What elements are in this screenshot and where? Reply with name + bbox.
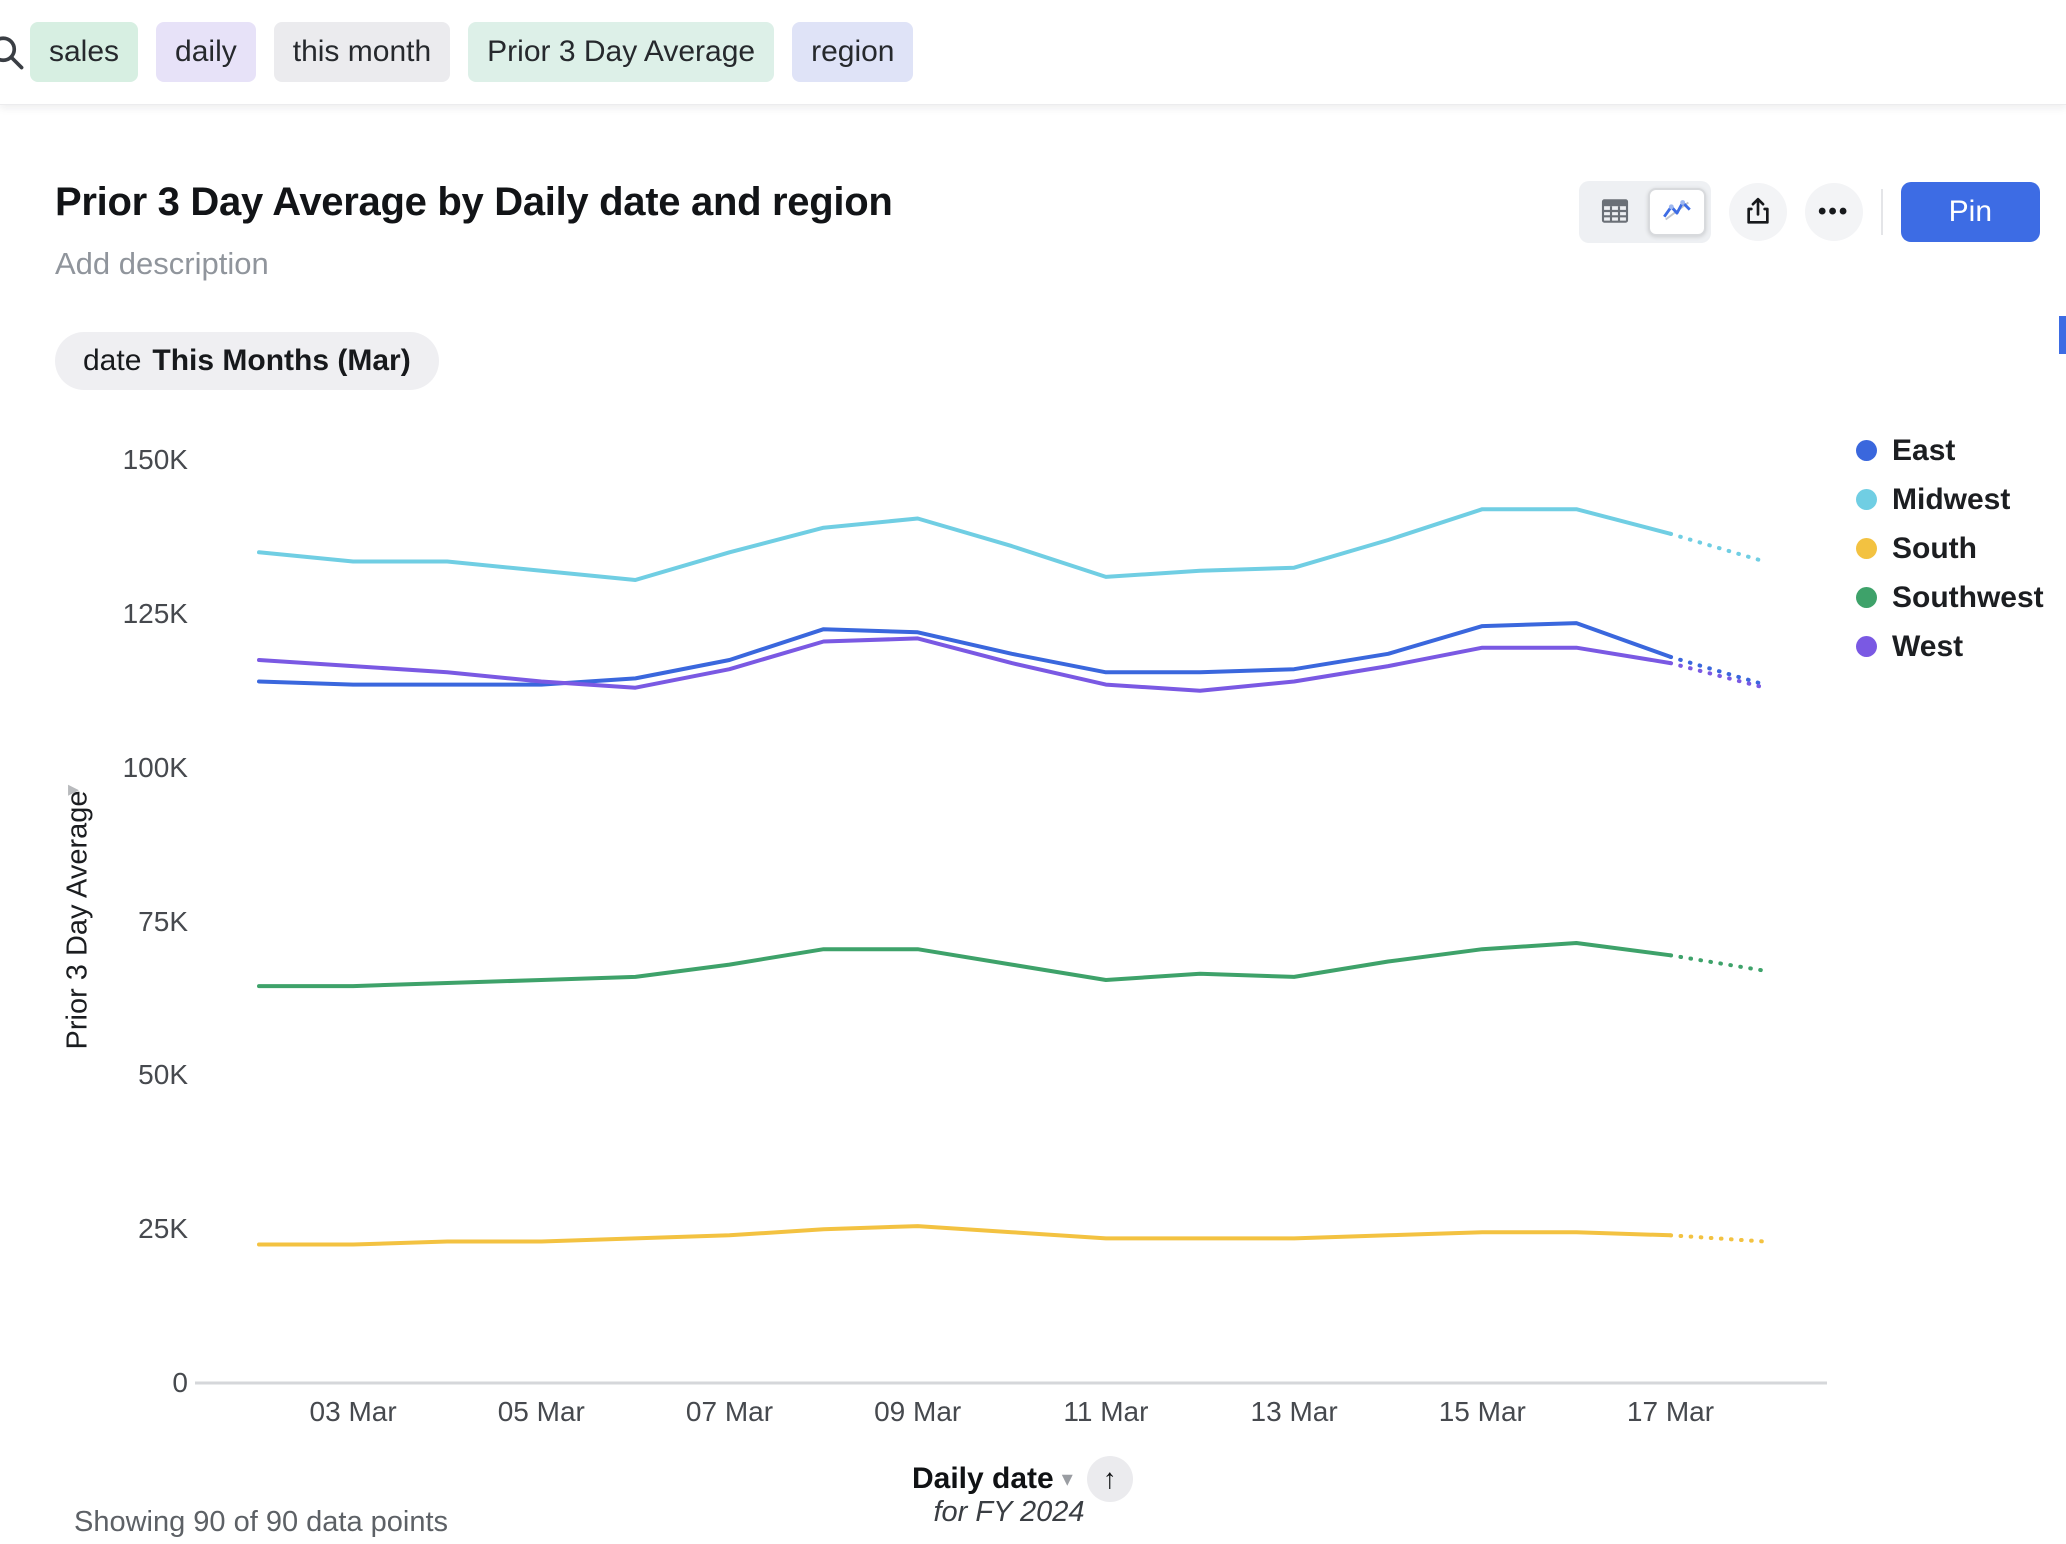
- search-tokens: sales daily this month Prior 3 Day Average r…: [30, 22, 913, 82]
- legend-label: Southwest: [1892, 581, 2044, 615]
- chevron-down-icon[interactable]: ▾: [1062, 1466, 1073, 1492]
- search-token-daily[interactable]: daily: [156, 22, 256, 82]
- legend-dot-southwest: [1856, 587, 1877, 608]
- series-line-south-projection[interactable]: [1671, 1235, 1765, 1241]
- legend-label: East: [1892, 434, 1955, 468]
- legend-label: West: [1892, 630, 1963, 664]
- search-icon: [0, 30, 28, 79]
- series-line-west-projection[interactable]: [1671, 663, 1765, 688]
- series-line-midwest-projection[interactable]: [1671, 534, 1765, 562]
- search-token-region[interactable]: region: [792, 22, 913, 82]
- sort-ascending-button[interactable]: ↑: [1087, 1456, 1133, 1502]
- legend-item-midwest[interactable]: Midwest: [1856, 475, 2044, 524]
- search-token-this-month[interactable]: this month: [274, 22, 450, 82]
- legend-item-south[interactable]: South: [1856, 524, 2044, 573]
- page: sales daily this month Prior 3 Day Average r…: [0, 0, 2066, 1544]
- scrollbar-thumb[interactable]: [2059, 316, 2066, 354]
- legend-label: Midwest: [1892, 483, 2010, 517]
- search-token-prior-3-day-average[interactable]: Prior 3 Day Average: [468, 22, 774, 82]
- chart-plot[interactable]: [0, 0, 2066, 1544]
- legend-label: South: [1892, 532, 1977, 566]
- search-bar[interactable]: sales daily this month Prior 3 Day Average r…: [0, 0, 2066, 105]
- x-axis-subtitle: for FY 2024: [933, 1496, 1084, 1529]
- legend-dot-midwest: [1856, 489, 1877, 510]
- legend-item-southwest[interactable]: Southwest: [1856, 573, 2044, 622]
- legend-dot-east: [1856, 440, 1877, 461]
- legend-item-west[interactable]: West: [1856, 622, 2044, 671]
- chart-legend: East Midwest South Southwest West: [1856, 426, 2044, 671]
- legend-item-east[interactable]: East: [1856, 426, 2044, 475]
- legend-dot-south: [1856, 538, 1877, 559]
- series-line-east-projection[interactable]: [1671, 657, 1765, 685]
- search-token-sales[interactable]: sales: [30, 22, 138, 82]
- series-line-southwest[interactable]: [259, 943, 1671, 986]
- arrow-up-icon: ↑: [1103, 1463, 1117, 1495]
- series-line-midwest[interactable]: [259, 509, 1671, 580]
- data-points-count: Showing 90 of 90 data points: [74, 1506, 448, 1539]
- legend-dot-west: [1856, 636, 1877, 657]
- series-line-south[interactable]: [259, 1226, 1671, 1244]
- series-line-southwest-projection[interactable]: [1671, 955, 1765, 970]
- x-axis-label[interactable]: Daily date: [912, 1462, 1054, 1496]
